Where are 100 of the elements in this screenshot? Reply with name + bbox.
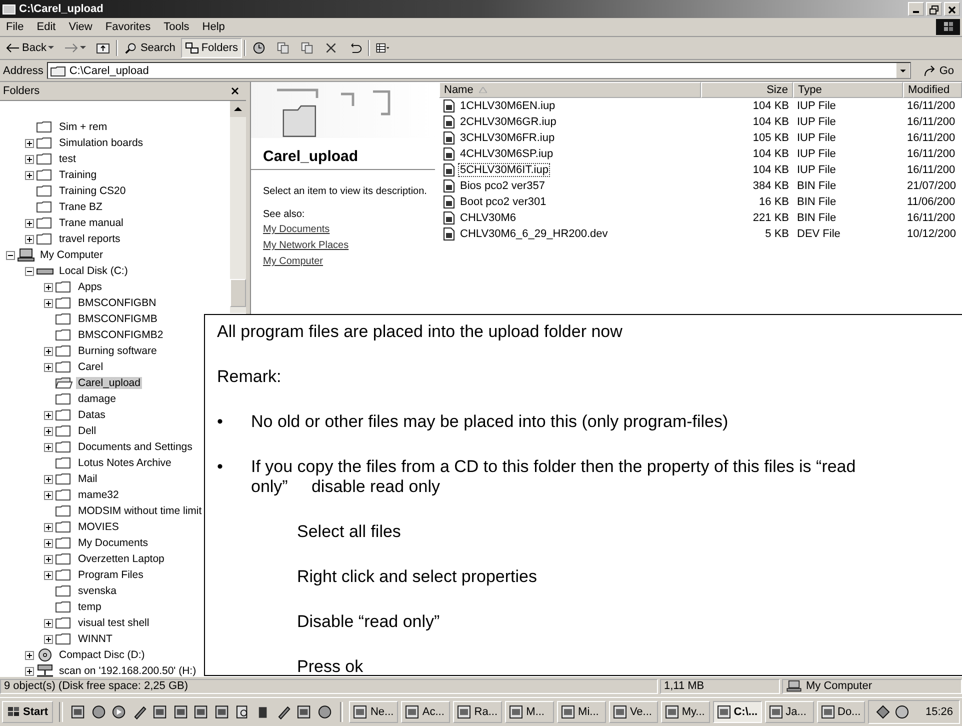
taskbar-button[interactable]: M...	[505, 701, 554, 723]
expand-icon[interactable]	[25, 666, 34, 676]
collapse-icon[interactable]	[25, 266, 34, 276]
tree-item[interactable]: Sim + rem	[57, 121, 110, 133]
tree-item[interactable]: MOVIES	[76, 521, 121, 533]
expand-icon[interactable]	[44, 298, 53, 308]
tree-item[interactable]: Carel_upload	[76, 377, 142, 389]
tree-item[interactable]: Mail	[76, 473, 100, 485]
tree-item[interactable]: Training	[57, 169, 99, 181]
expand-icon[interactable]	[44, 618, 53, 628]
tree-item[interactable]: Dell	[76, 425, 98, 437]
expand-icon[interactable]	[25, 138, 34, 148]
tree-item[interactable]: visual test shell	[76, 617, 152, 629]
column-header[interactable]: Modified	[903, 82, 962, 98]
tree-item[interactable]: temp	[76, 601, 104, 613]
expand-icon[interactable]	[25, 154, 34, 164]
tree-item[interactable]: Datas	[76, 409, 108, 421]
scrollbar[interactable]	[230, 101, 246, 313]
expand-icon[interactable]	[44, 282, 53, 292]
column-header[interactable]: Name	[439, 82, 701, 98]
tree-item[interactable]: Local Disk (C:)	[57, 265, 130, 277]
collapse-icon[interactable]	[6, 250, 15, 260]
scroll-up-icon[interactable]	[230, 101, 246, 117]
tree-item[interactable]: test	[57, 153, 78, 165]
menu-item[interactable]: Tools	[164, 21, 190, 33]
start-button[interactable]: Start	[2, 701, 54, 723]
expand-icon[interactable]	[44, 490, 53, 500]
tree-item[interactable]: BMSCONFIGMB	[76, 313, 160, 325]
tree-item[interactable]: My Documents	[76, 537, 150, 549]
expand-icon[interactable]	[25, 218, 34, 228]
tree-item[interactable]: Apps	[76, 281, 104, 293]
file-name[interactable]: Bios pco2 ver357	[458, 179, 547, 193]
tree-item[interactable]: svenska	[76, 585, 119, 597]
tree-item[interactable]: Carel	[76, 361, 106, 373]
expand-icon[interactable]	[25, 650, 34, 660]
expand-icon[interactable]	[44, 426, 53, 436]
menu-item[interactable]: File	[6, 21, 24, 33]
close-button[interactable]	[944, 2, 960, 16]
expand-icon[interactable]	[44, 362, 53, 372]
document-icon[interactable]	[214, 704, 230, 720]
file-name[interactable]: Boot pco2 ver301	[458, 195, 548, 209]
close-icon[interactable]	[230, 86, 240, 96]
taskbar-button[interactable]: Ne...	[349, 701, 398, 723]
expand-icon[interactable]	[44, 522, 53, 532]
menu-item[interactable]: Help	[202, 21, 225, 33]
tree-item[interactable]: Simulation boards	[57, 137, 146, 149]
expand-icon[interactable]	[25, 234, 34, 244]
go-button[interactable]: Go	[915, 64, 960, 76]
link[interactable]: My Documents	[263, 222, 330, 238]
taskbar-button[interactable]: Mi...	[557, 701, 606, 723]
menu-item[interactable]: View	[68, 21, 92, 33]
pen-icon[interactable]	[132, 704, 148, 720]
link[interactable]: My Network Places	[263, 238, 349, 254]
tree-item[interactable]: Burning software	[76, 345, 159, 357]
tree-item[interactable]: mame32	[76, 489, 121, 501]
tree-item[interactable]: MODSIM without time limit	[76, 505, 204, 517]
folders-button[interactable]: Folders	[181, 38, 242, 58]
tree-item[interactable]: Lotus Notes Archive	[76, 457, 174, 469]
dropdown-icon[interactable]	[896, 63, 910, 78]
maximize-button[interactable]	[926, 2, 942, 16]
tree-item[interactable]: Training CS20	[57, 185, 128, 197]
expand-icon[interactable]	[25, 170, 34, 180]
globe-icon[interactable]	[90, 704, 106, 720]
column-header[interactable]: Type	[793, 82, 903, 98]
taskbar-button[interactable]: Ac...	[401, 701, 450, 723]
file-name[interactable]: CHLV30M6	[458, 211, 518, 225]
taskbar-button[interactable]: Do...	[816, 701, 866, 723]
expand-icon[interactable]	[44, 474, 53, 484]
file-name[interactable]: 2CHLV30M6GR.iup	[458, 115, 558, 129]
column-header[interactable]: Size	[701, 82, 793, 98]
tree-item[interactable]: damage	[76, 393, 118, 405]
taskbar-button[interactable]: C:\...	[712, 701, 762, 723]
tree-item[interactable]: BMSCONFIGBN	[76, 297, 158, 309]
tray-icon[interactable]	[875, 704, 892, 720]
pen-icon[interactable]	[276, 704, 292, 720]
globe-icon[interactable]	[316, 704, 333, 720]
file-name[interactable]: 4CHLV30M6SP.iup	[458, 147, 556, 161]
tree-item[interactable]: My Computer	[38, 249, 106, 261]
tree-item[interactable]: WINNT	[76, 633, 114, 645]
tree-item[interactable]: Compact Disc (D:)	[57, 649, 147, 661]
minimize-button[interactable]	[908, 2, 924, 16]
taskbar-button[interactable]: Ra...	[453, 701, 502, 723]
scrollbar-thumb[interactable]	[230, 279, 246, 307]
tree-item[interactable]: Documents and Settings	[76, 441, 194, 453]
back-button[interactable]: Back	[2, 38, 58, 58]
desktop-icon[interactable]	[70, 704, 86, 720]
tree-item[interactable]: scan on '192.168.200.50' (H:)	[57, 665, 198, 677]
document-icon[interactable]	[172, 704, 188, 720]
search-button[interactable]: Search	[120, 38, 180, 58]
tree-item[interactable]: Trane BZ	[57, 201, 104, 213]
tree-item[interactable]: Overzetten Laptop	[76, 553, 166, 565]
expand-icon[interactable]	[44, 634, 53, 644]
address-field[interactable]: C:\Carel_upload	[47, 62, 912, 79]
file-name[interactable]: CHLV30M6_6_29_HR200.dev	[458, 227, 610, 241]
tree-item[interactable]: BMSCONFIGMB2	[76, 329, 166, 341]
tree-item[interactable]: Trane manual	[57, 217, 126, 229]
expand-icon[interactable]	[44, 410, 53, 420]
expand-icon[interactable]	[44, 538, 53, 548]
taskbar-button[interactable]: Ve...	[608, 701, 658, 723]
file-name[interactable]: 3CHLV30M6FR.iup	[458, 131, 557, 145]
